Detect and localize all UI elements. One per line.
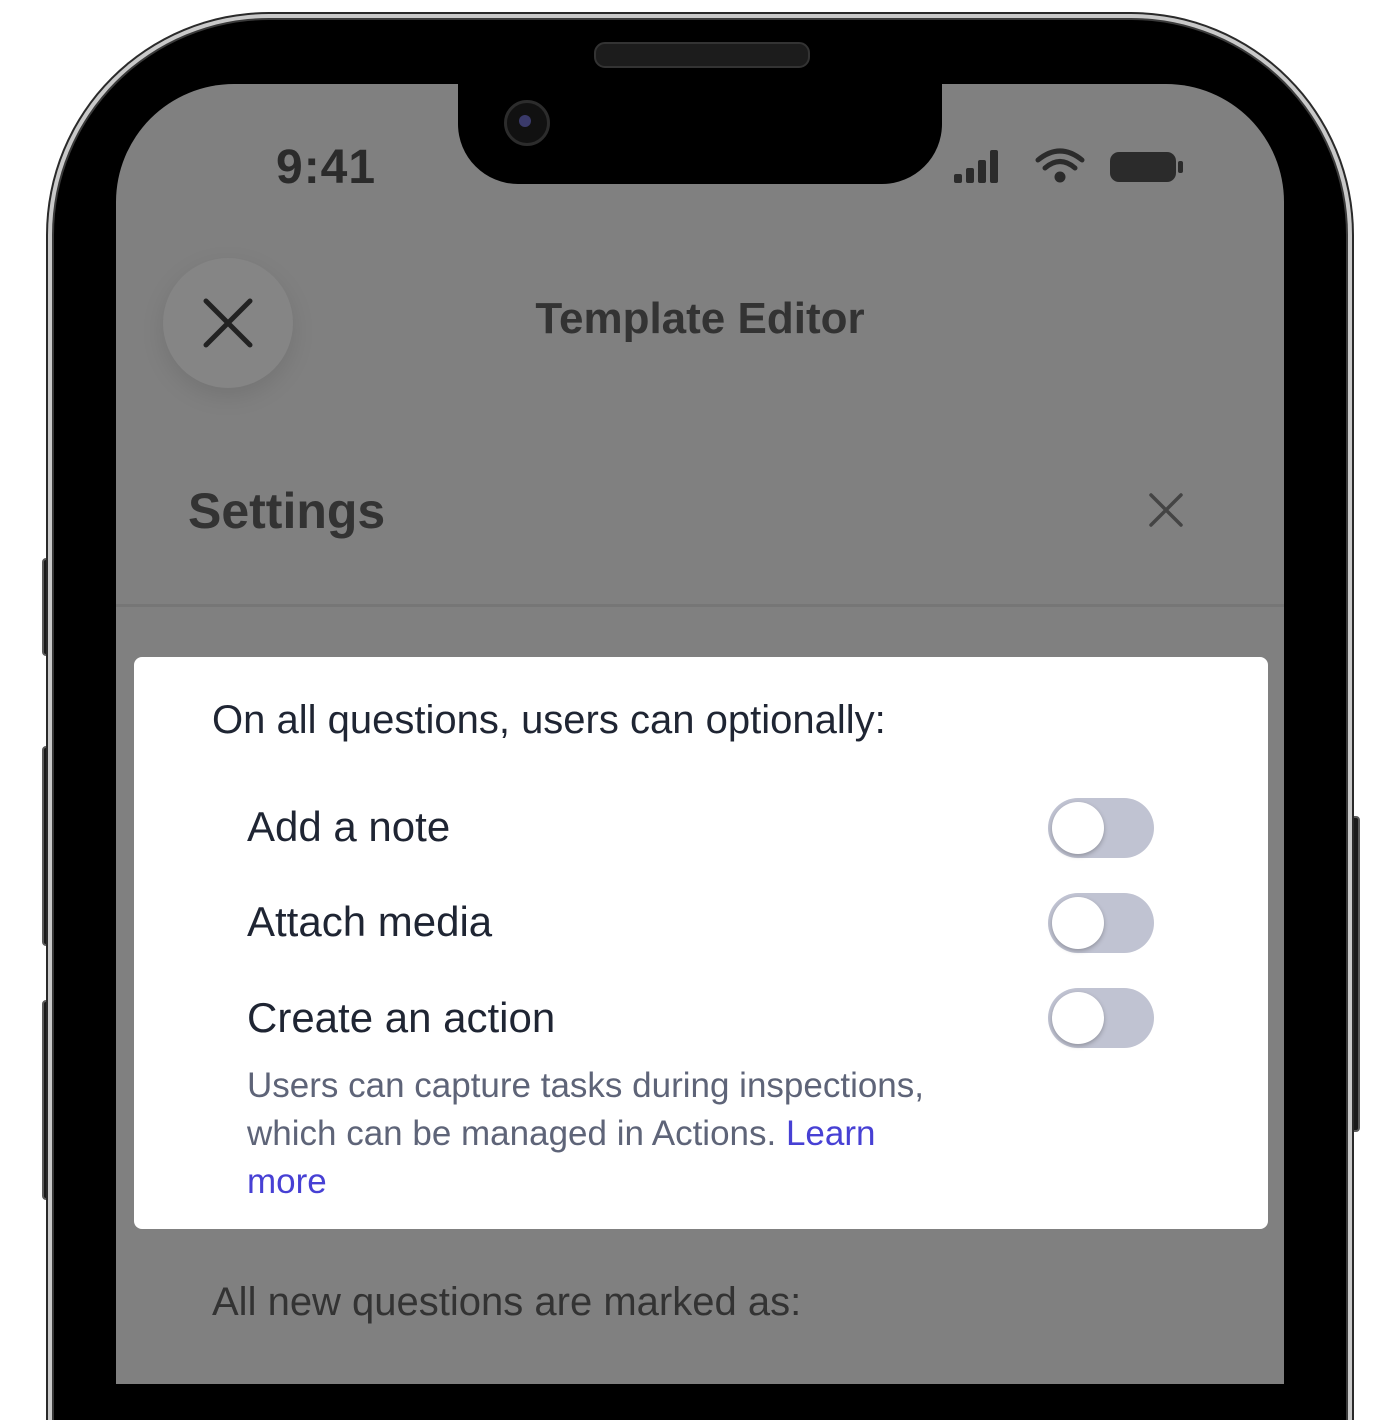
battery-icon [1110, 152, 1183, 182]
toggle-knob [1052, 992, 1104, 1044]
close-icon[interactable] [1146, 490, 1186, 530]
page-title: Template Editor [535, 294, 865, 343]
option-label-add-note: Add a note [247, 803, 451, 850]
toggle-knob [1052, 802, 1104, 854]
speaker-grille [594, 42, 810, 68]
add-note-toggle[interactable] [1048, 798, 1154, 858]
status-icons [954, 148, 1183, 183]
attach-media-toggle[interactable] [1048, 893, 1154, 953]
settings-title: Settings [188, 483, 386, 539]
option-label-attach-media: Attach media [247, 898, 493, 945]
front-camera [504, 100, 550, 146]
option-label-create-action: Create an action [247, 994, 556, 1041]
status-time: 9:41 [276, 141, 377, 194]
create-action-description: Users can capture tasks during inspectio… [247, 1062, 927, 1206]
power-button [1346, 816, 1360, 1132]
wifi-icon [1035, 148, 1085, 183]
new-questions-label: All new questions are marked as: [212, 1280, 802, 1324]
toggle-knob [1052, 897, 1104, 949]
card-heading: On all questions, users can optionally: [212, 698, 886, 742]
divider [116, 604, 1284, 607]
create-action-toggle[interactable] [1048, 988, 1154, 1048]
cellular-signal-icon [954, 150, 998, 183]
